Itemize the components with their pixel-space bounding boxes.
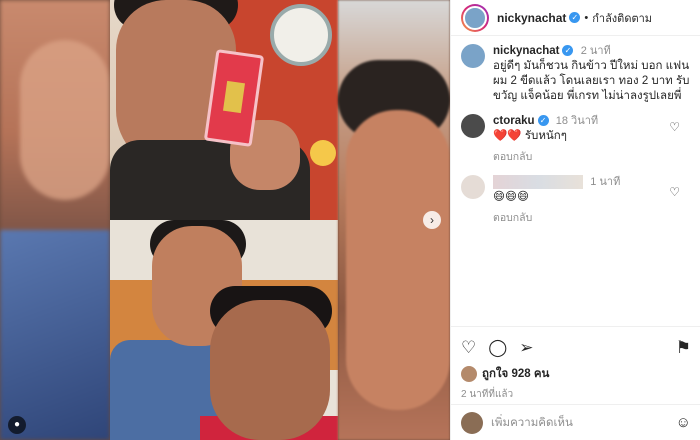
person-face (210, 300, 330, 440)
avatar[interactable] (461, 3, 489, 32)
blurred-username[interactable] (493, 175, 583, 189)
reply-button[interactable]: ตอบกลับ (493, 150, 690, 165)
post-side-panel: nickynachat ✓ • กำลังติดตาม nickynachat ✓… (450, 0, 700, 440)
comment-time: 1 นาที (590, 176, 621, 189)
likes-count[interactable]: ถูกใจ 928 คน (482, 365, 549, 383)
add-comment-bar: เพิ่มความคิดเห็น ☺ (451, 404, 700, 440)
caption-time: 2 นาที (580, 45, 611, 57)
avatar[interactable] (461, 44, 485, 68)
add-comment-input[interactable]: เพิ่มความคิดเห็น (491, 414, 676, 432)
post-media[interactable]: › ● (0, 0, 450, 440)
caption: nickynachat ✓ 2 นาที อยู่ดีๆ มันก็ชวน กิน… (461, 44, 690, 104)
verified-icon: ✓ (569, 12, 581, 23)
comment-time: 18 วินาที (555, 115, 599, 127)
blurred-background-left (0, 0, 110, 440)
tagged-user-icon[interactable]: ● (8, 416, 26, 434)
instagram-post-view: › ● nickynachat ✓ • กำลังติดตาม nickynac… (0, 0, 700, 440)
post-actions: ♡ ◯ ➢ ⚑ ถูกใจ 928 คน 2 นาทีที่แล้ว (451, 326, 700, 402)
post-header: nickynachat ✓ • กำลังติดตาม (451, 0, 700, 36)
post-time-ago: 2 นาทีที่แล้ว (461, 389, 514, 400)
comment-emoji: ❤️❤️ (493, 130, 522, 142)
comment-emoji: 😄😄😄 (493, 191, 529, 204)
comment-text: รับหนักๆ (524, 130, 567, 142)
emoji-picker-icon[interactable]: ☺ (676, 414, 691, 431)
next-slide-icon[interactable]: › (423, 211, 441, 229)
avatar (461, 366, 477, 382)
save-bookmark-icon[interactable]: ⚑ (676, 338, 691, 358)
reply-button[interactable]: ตอบกลับ (493, 211, 690, 226)
post-photo-bottom (110, 220, 338, 440)
caption-text: อยู่ดีๆ มันก็ชวน กินข้าว ปีใหม่ บอก แฟน … (493, 60, 690, 102)
avatar[interactable] (461, 114, 485, 138)
comments-list: nickynachat ✓ 2 นาที อยู่ดีๆ มันก็ชวน กิน… (451, 36, 700, 244)
avatar (461, 411, 483, 434)
comment-icon[interactable]: ◯ (488, 338, 507, 358)
like-heart-icon[interactable]: ♡ (461, 338, 476, 358)
like-comment-icon[interactable]: ♡ (669, 120, 680, 134)
avatar[interactable] (461, 175, 485, 199)
caption-username[interactable]: nickynachat (493, 45, 559, 57)
comment-username[interactable]: ctoraku (493, 115, 535, 127)
following-button[interactable]: กำลังติดตาม (592, 9, 652, 27)
share-icon[interactable]: ➢ (519, 338, 533, 358)
verified-icon: ✓ (562, 45, 574, 57)
verified-icon: ✓ (537, 115, 549, 127)
wall-clock (270, 4, 332, 66)
comment-item: 1 นาที 😄😄😄 ตอบกลับ ♡ (461, 175, 690, 226)
post-author-username[interactable]: nickynachat (497, 11, 566, 25)
separator-dot: • (584, 11, 589, 24)
comment-item: ctoraku ✓ 18 วินาที ❤️❤️ รับหนักๆ ตอบกลับ… (461, 114, 690, 165)
like-comment-icon[interactable]: ♡ (669, 185, 680, 199)
post-photo-top (110, 0, 338, 220)
